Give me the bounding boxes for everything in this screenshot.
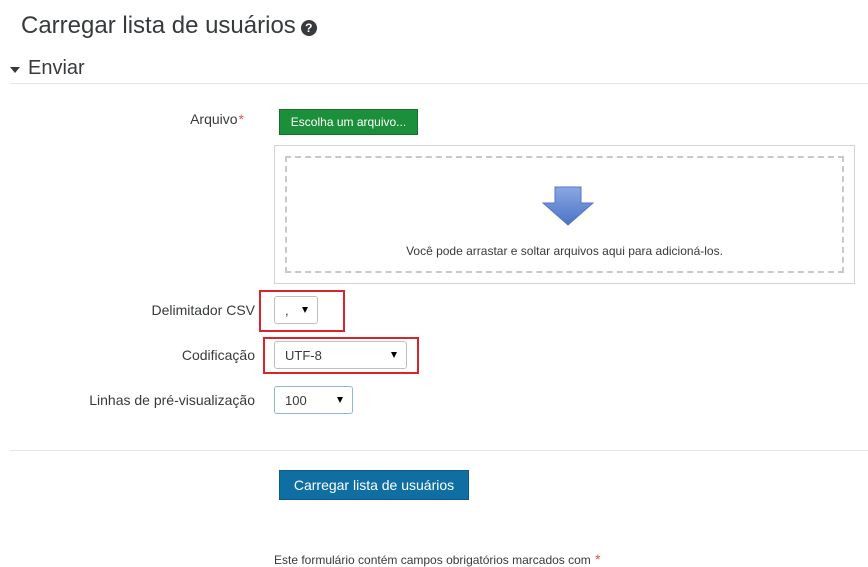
file-field-label: Arquivo* bbox=[190, 111, 244, 127]
encoding-highlight-box bbox=[263, 337, 419, 374]
upload-users-button[interactable]: Carregar lista de usuários bbox=[279, 470, 469, 500]
form-actions-divider bbox=[10, 450, 868, 451]
required-star-icon: * bbox=[595, 551, 601, 567]
choose-file-button[interactable]: Escolha um arquivo... bbox=[279, 109, 418, 135]
question-circle-icon[interactable]: ? bbox=[300, 20, 317, 36]
encoding-label: Codificação bbox=[181, 347, 255, 363]
required-star-icon: * bbox=[238, 111, 244, 127]
preview-rows-label: Linhas de pré-visualização bbox=[89, 392, 255, 408]
section-toggle-enviar[interactable]: Enviar bbox=[10, 57, 85, 80]
preview-rows-selected-value: 100 bbox=[285, 392, 307, 408]
page-title-text: Carregar lista de usuários bbox=[21, 12, 296, 39]
preview-rows-select[interactable]: 100 bbox=[274, 386, 353, 414]
down-arrow-icon bbox=[542, 186, 594, 226]
dropzone-instructions: Você pode arrastar e soltar arquivos aqu… bbox=[406, 244, 723, 258]
chevron-down-icon bbox=[337, 397, 343, 403]
file-label-text: Arquivo bbox=[190, 111, 238, 127]
required-fields-note: Este formulário contém campos obrigatóri… bbox=[274, 551, 601, 567]
file-dropzone[interactable]: Você pode arrastar e soltar arquivos aqu… bbox=[274, 145, 855, 284]
page-title: Carregar lista de usuários ? bbox=[21, 12, 317, 40]
required-note-text: Este formulário contém campos obrigatóri… bbox=[274, 553, 591, 567]
section-divider bbox=[10, 83, 868, 84]
section-title: Enviar bbox=[28, 57, 85, 79]
delimiter-highlight-box bbox=[259, 290, 345, 332]
delimiter-label: Delimitador CSV bbox=[151, 302, 255, 318]
dropzone-dashed-area[interactable]: Você pode arrastar e soltar arquivos aqu… bbox=[285, 156, 844, 273]
caret-down-icon bbox=[10, 66, 20, 73]
